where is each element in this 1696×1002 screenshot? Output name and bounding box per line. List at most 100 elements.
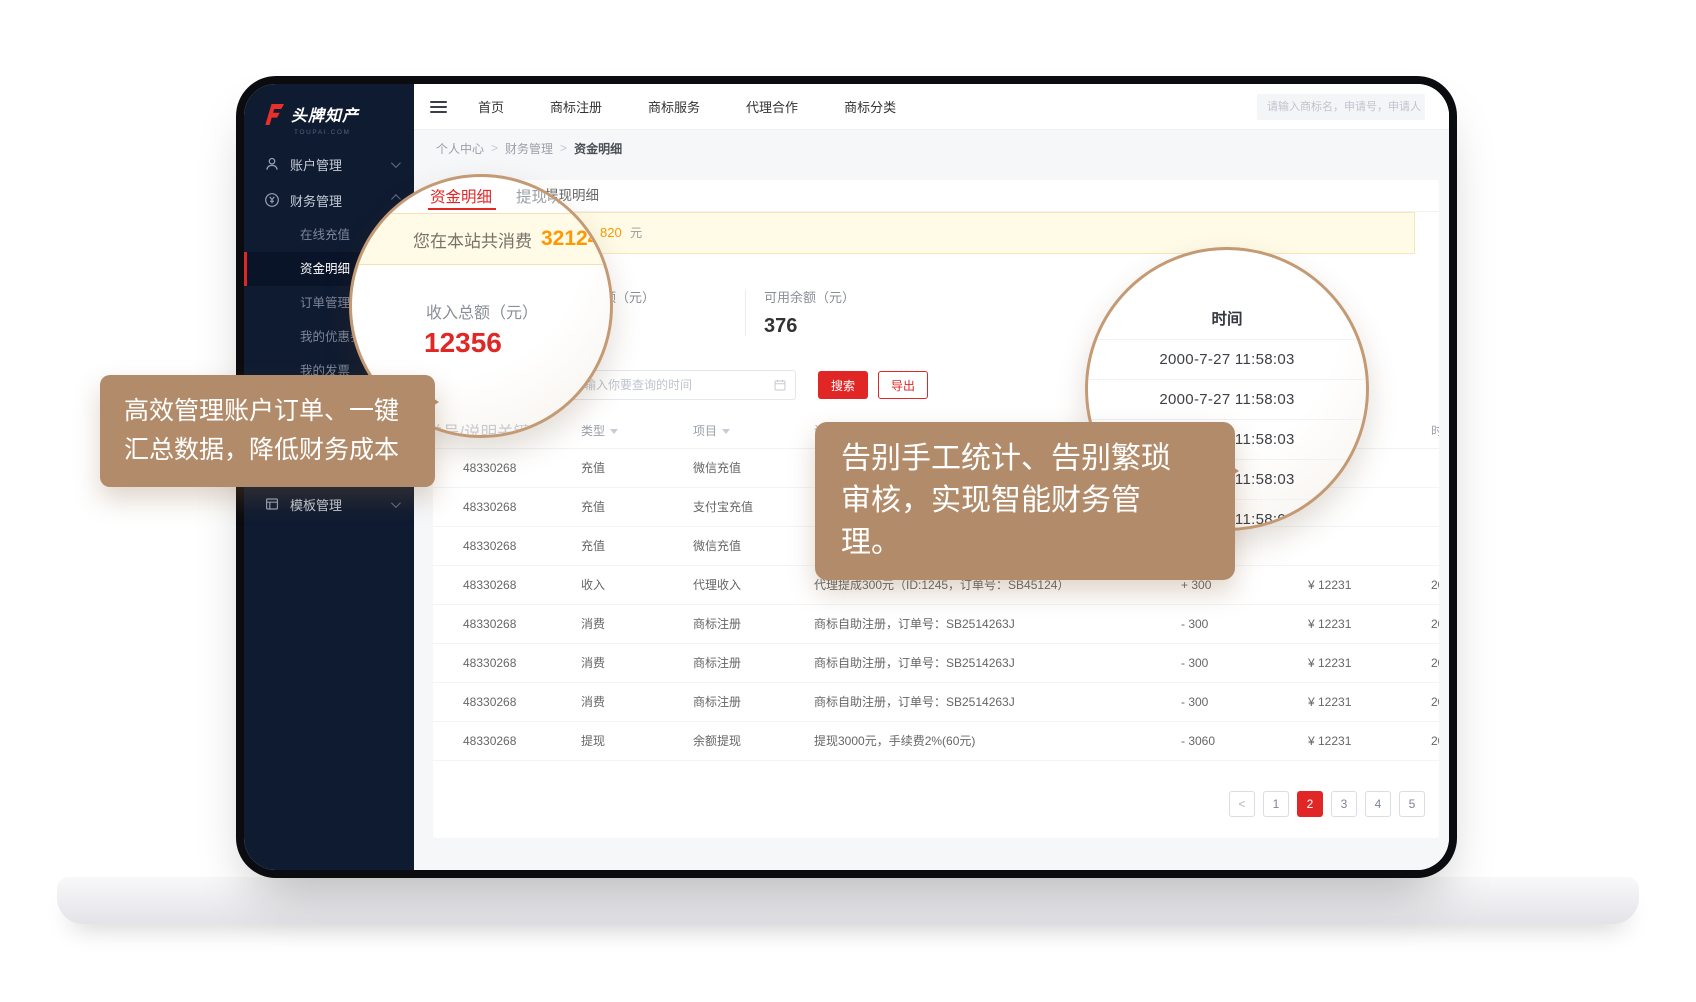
export-button[interactable]: 导出	[878, 371, 928, 399]
cell-project: 余额提现	[663, 721, 784, 760]
cell-amount: - 300	[1151, 643, 1278, 682]
page-button-1[interactable]: 1	[1263, 791, 1289, 817]
tooltip-finance-efficiency: 高效管理账户订单、一键汇总数据，降低财务成本	[100, 375, 435, 487]
cell-type: 充值	[551, 448, 663, 487]
sidebar-group-0[interactable]: 账户管理	[244, 146, 414, 182]
breadcrumb-item-2[interactable]: 资金明细	[574, 140, 622, 157]
magnified-banner: 您在本站共消费 32124	[349, 213, 613, 265]
cell-balance: ¥ 12231	[1278, 643, 1419, 682]
magnified-active-tab: 资金明细	[430, 185, 492, 207]
column-header-1[interactable]: 类型	[551, 414, 663, 448]
cell-project: 代理收入	[663, 565, 784, 604]
hamburger-menu-icon[interactable]	[430, 98, 450, 116]
card-tabs: 资金明细 提现明细	[433, 180, 1439, 212]
breadcrumb-item-1[interactable]: 财务管理	[505, 140, 553, 157]
column-header-2[interactable]: 项目	[663, 414, 784, 448]
breadcrumb-item-0[interactable]: 个人中心	[436, 140, 484, 157]
table-row: 48330268消费商标注册商标自助注册，订单号：SB2514263J- 300…	[433, 643, 1439, 682]
nav-item-1[interactable]: 商标注册	[550, 97, 602, 116]
page-prev-button[interactable]: <	[1229, 791, 1255, 817]
cell-type: 充值	[551, 487, 663, 526]
cell-balance: ¥ 12231	[1278, 565, 1419, 604]
magnified-banner-text: 您在本站共消费	[413, 227, 532, 252]
cell-time: 2000-7-27 11:58:03	[1419, 682, 1439, 721]
cell-type: 收入	[551, 565, 663, 604]
cell-order: 48330268	[433, 448, 551, 487]
cell-time	[1419, 448, 1439, 487]
cell-project: 商标注册	[663, 643, 784, 682]
magnified-tab-underline	[428, 208, 496, 210]
cell-type: 消费	[551, 682, 663, 721]
nav-item-2[interactable]: 商标服务	[648, 97, 700, 116]
time-filter-input[interactable]	[572, 378, 774, 392]
sidebar-group-2[interactable]: 模板管理	[244, 486, 414, 522]
cell-order: 48330268	[433, 487, 551, 526]
tooltip-line: 告别手工统计、告别繁琐	[841, 438, 1209, 480]
column-header-label: 类型	[581, 424, 605, 438]
cell-type: 充值	[551, 526, 663, 565]
cell-order: 48330268	[433, 565, 551, 604]
tooltip-line: 高效管理账户订单、一键	[124, 392, 411, 431]
table-row: 48330268提现余额提现提现3000元，手续费2%(60元)- 3060¥ …	[433, 721, 1439, 760]
cell-project: 商标注册	[663, 682, 784, 721]
brand-caption: TOUPAI.COM	[244, 128, 414, 146]
time-filter-field[interactable]	[561, 370, 796, 400]
chevron-down-icon	[391, 158, 401, 168]
magnified-time-row: 2000-7-27 11:58:03	[1088, 339, 1366, 379]
cell-amount: - 300	[1151, 604, 1278, 643]
trademark-search-input[interactable]	[1257, 94, 1425, 120]
breadcrumb-separator: >	[560, 141, 567, 155]
page-button-4[interactable]: 4	[1365, 791, 1391, 817]
column-header-label: 时间	[1431, 424, 1439, 438]
calendar-icon[interactable]	[774, 379, 786, 391]
cell-type: 消费	[551, 643, 663, 682]
cell-order: 48330268	[433, 643, 551, 682]
nav-item-0[interactable]: 首页	[478, 97, 504, 116]
page-button-3[interactable]: 3	[1331, 791, 1357, 817]
cell-type: 提现	[551, 721, 663, 760]
cell-time: 2000-7-27 11:58:03	[1419, 721, 1439, 760]
cell-time: 2000-7-27 11:58:03	[1419, 565, 1439, 604]
cell-desc: 商标自助注册，订单号：SB2514263J	[784, 604, 1151, 643]
cell-order: 48330268	[433, 604, 551, 643]
laptop-base	[57, 877, 1639, 924]
cell-amount: - 3060	[1151, 721, 1278, 760]
cell-time: 2000-7-27 11:58:03	[1419, 604, 1439, 643]
magnified-banner-amount: 32124	[541, 227, 599, 251]
cell-project: 微信充值	[663, 448, 784, 487]
pagination: <12345	[433, 791, 1425, 817]
cell-balance	[1278, 526, 1419, 565]
magnified-income-label: 收入总额（元）	[426, 299, 538, 323]
page-button-5[interactable]: 5	[1399, 791, 1425, 817]
template-icon	[264, 496, 280, 512]
chevron-down-icon	[391, 498, 401, 508]
tooltip-line: 审核，实现智能财务管	[841, 480, 1209, 522]
cell-project: 微信充值	[663, 526, 784, 565]
cell-desc: 提现3000元，手续费2%(60元)	[784, 721, 1151, 760]
magnified-income-value: 12356	[424, 327, 502, 359]
breadcrumb: 个人中心 > 财务管理 > 资金明细	[414, 130, 1449, 166]
page-button-2[interactable]: 2	[1297, 791, 1323, 817]
magnified-secondary-tab: 提现明细	[516, 185, 578, 207]
brand-logo-icon	[260, 103, 285, 126]
cell-project: 商标注册	[663, 604, 784, 643]
cell-time	[1419, 487, 1439, 526]
magnified-time-header: 时间	[1088, 296, 1366, 339]
column-header-6: 时间	[1419, 414, 1439, 448]
brand-name: 头牌知产	[291, 102, 359, 126]
cell-desc: 商标自助注册，订单号：SB2514263J	[784, 643, 1151, 682]
nav-item-4[interactable]: 商标分类	[844, 97, 896, 116]
breadcrumb-separator: >	[491, 141, 498, 155]
cell-desc: 商标自助注册，订单号：SB2514263J	[784, 682, 1151, 721]
search-button[interactable]: 搜索	[818, 371, 868, 399]
magnified-time-row: 2000-7-27 11:58:03	[1088, 379, 1366, 419]
cell-type: 消费	[551, 604, 663, 643]
tooltip-line: 汇总数据，降低财务成本	[124, 431, 411, 470]
cell-balance: ¥ 12231	[1278, 682, 1419, 721]
cell-order: 48330268	[433, 721, 551, 760]
nav-item-3[interactable]: 代理合作	[746, 97, 798, 116]
sidebar-group-label: 账户管理	[290, 155, 391, 174]
banner-unit: 元	[630, 226, 642, 240]
user-icon	[264, 156, 280, 172]
logo[interactable]: 头牌知产	[244, 84, 414, 128]
